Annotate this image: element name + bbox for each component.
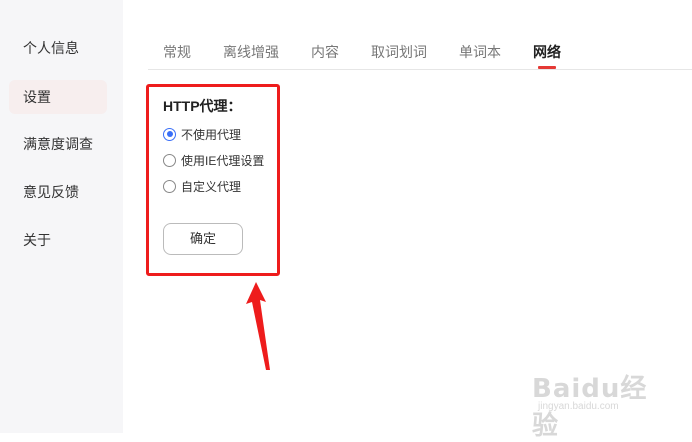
tab-content[interactable]: 内容 bbox=[311, 42, 339, 62]
tab-network[interactable]: 网络 bbox=[533, 42, 561, 62]
sidebar-item-settings[interactable]: 设置 bbox=[9, 80, 107, 114]
annotation-arrow-icon bbox=[246, 282, 270, 370]
tab-word-capture[interactable]: 取词划词 bbox=[371, 42, 427, 62]
sidebar-item-profile[interactable]: 个人信息 bbox=[9, 31, 107, 65]
watermark-sub-text: jingyan.baidu.com bbox=[538, 401, 619, 412]
tab-general[interactable]: 常规 bbox=[163, 42, 191, 62]
sidebar-item-survey[interactable]: 满意度调查 bbox=[9, 127, 107, 161]
annotation-highlight-box bbox=[146, 84, 280, 276]
active-tab-indicator bbox=[538, 66, 556, 69]
tab-offline-enhance[interactable]: 离线增强 bbox=[223, 42, 279, 62]
settings-tabs: 常规 离线增强 内容 取词划词 单词本 网络 bbox=[148, 34, 692, 70]
tab-wordbook[interactable]: 单词本 bbox=[459, 42, 501, 62]
watermark-logo: Baidu经验 jingyan.baidu.com bbox=[528, 368, 658, 441]
sidebar-item-about[interactable]: 关于 bbox=[9, 223, 107, 257]
sidebar-item-feedback[interactable]: 意见反馈 bbox=[9, 175, 107, 209]
sidebar: 个人信息 设置 满意度调查 意见反馈 关于 bbox=[0, 0, 123, 433]
